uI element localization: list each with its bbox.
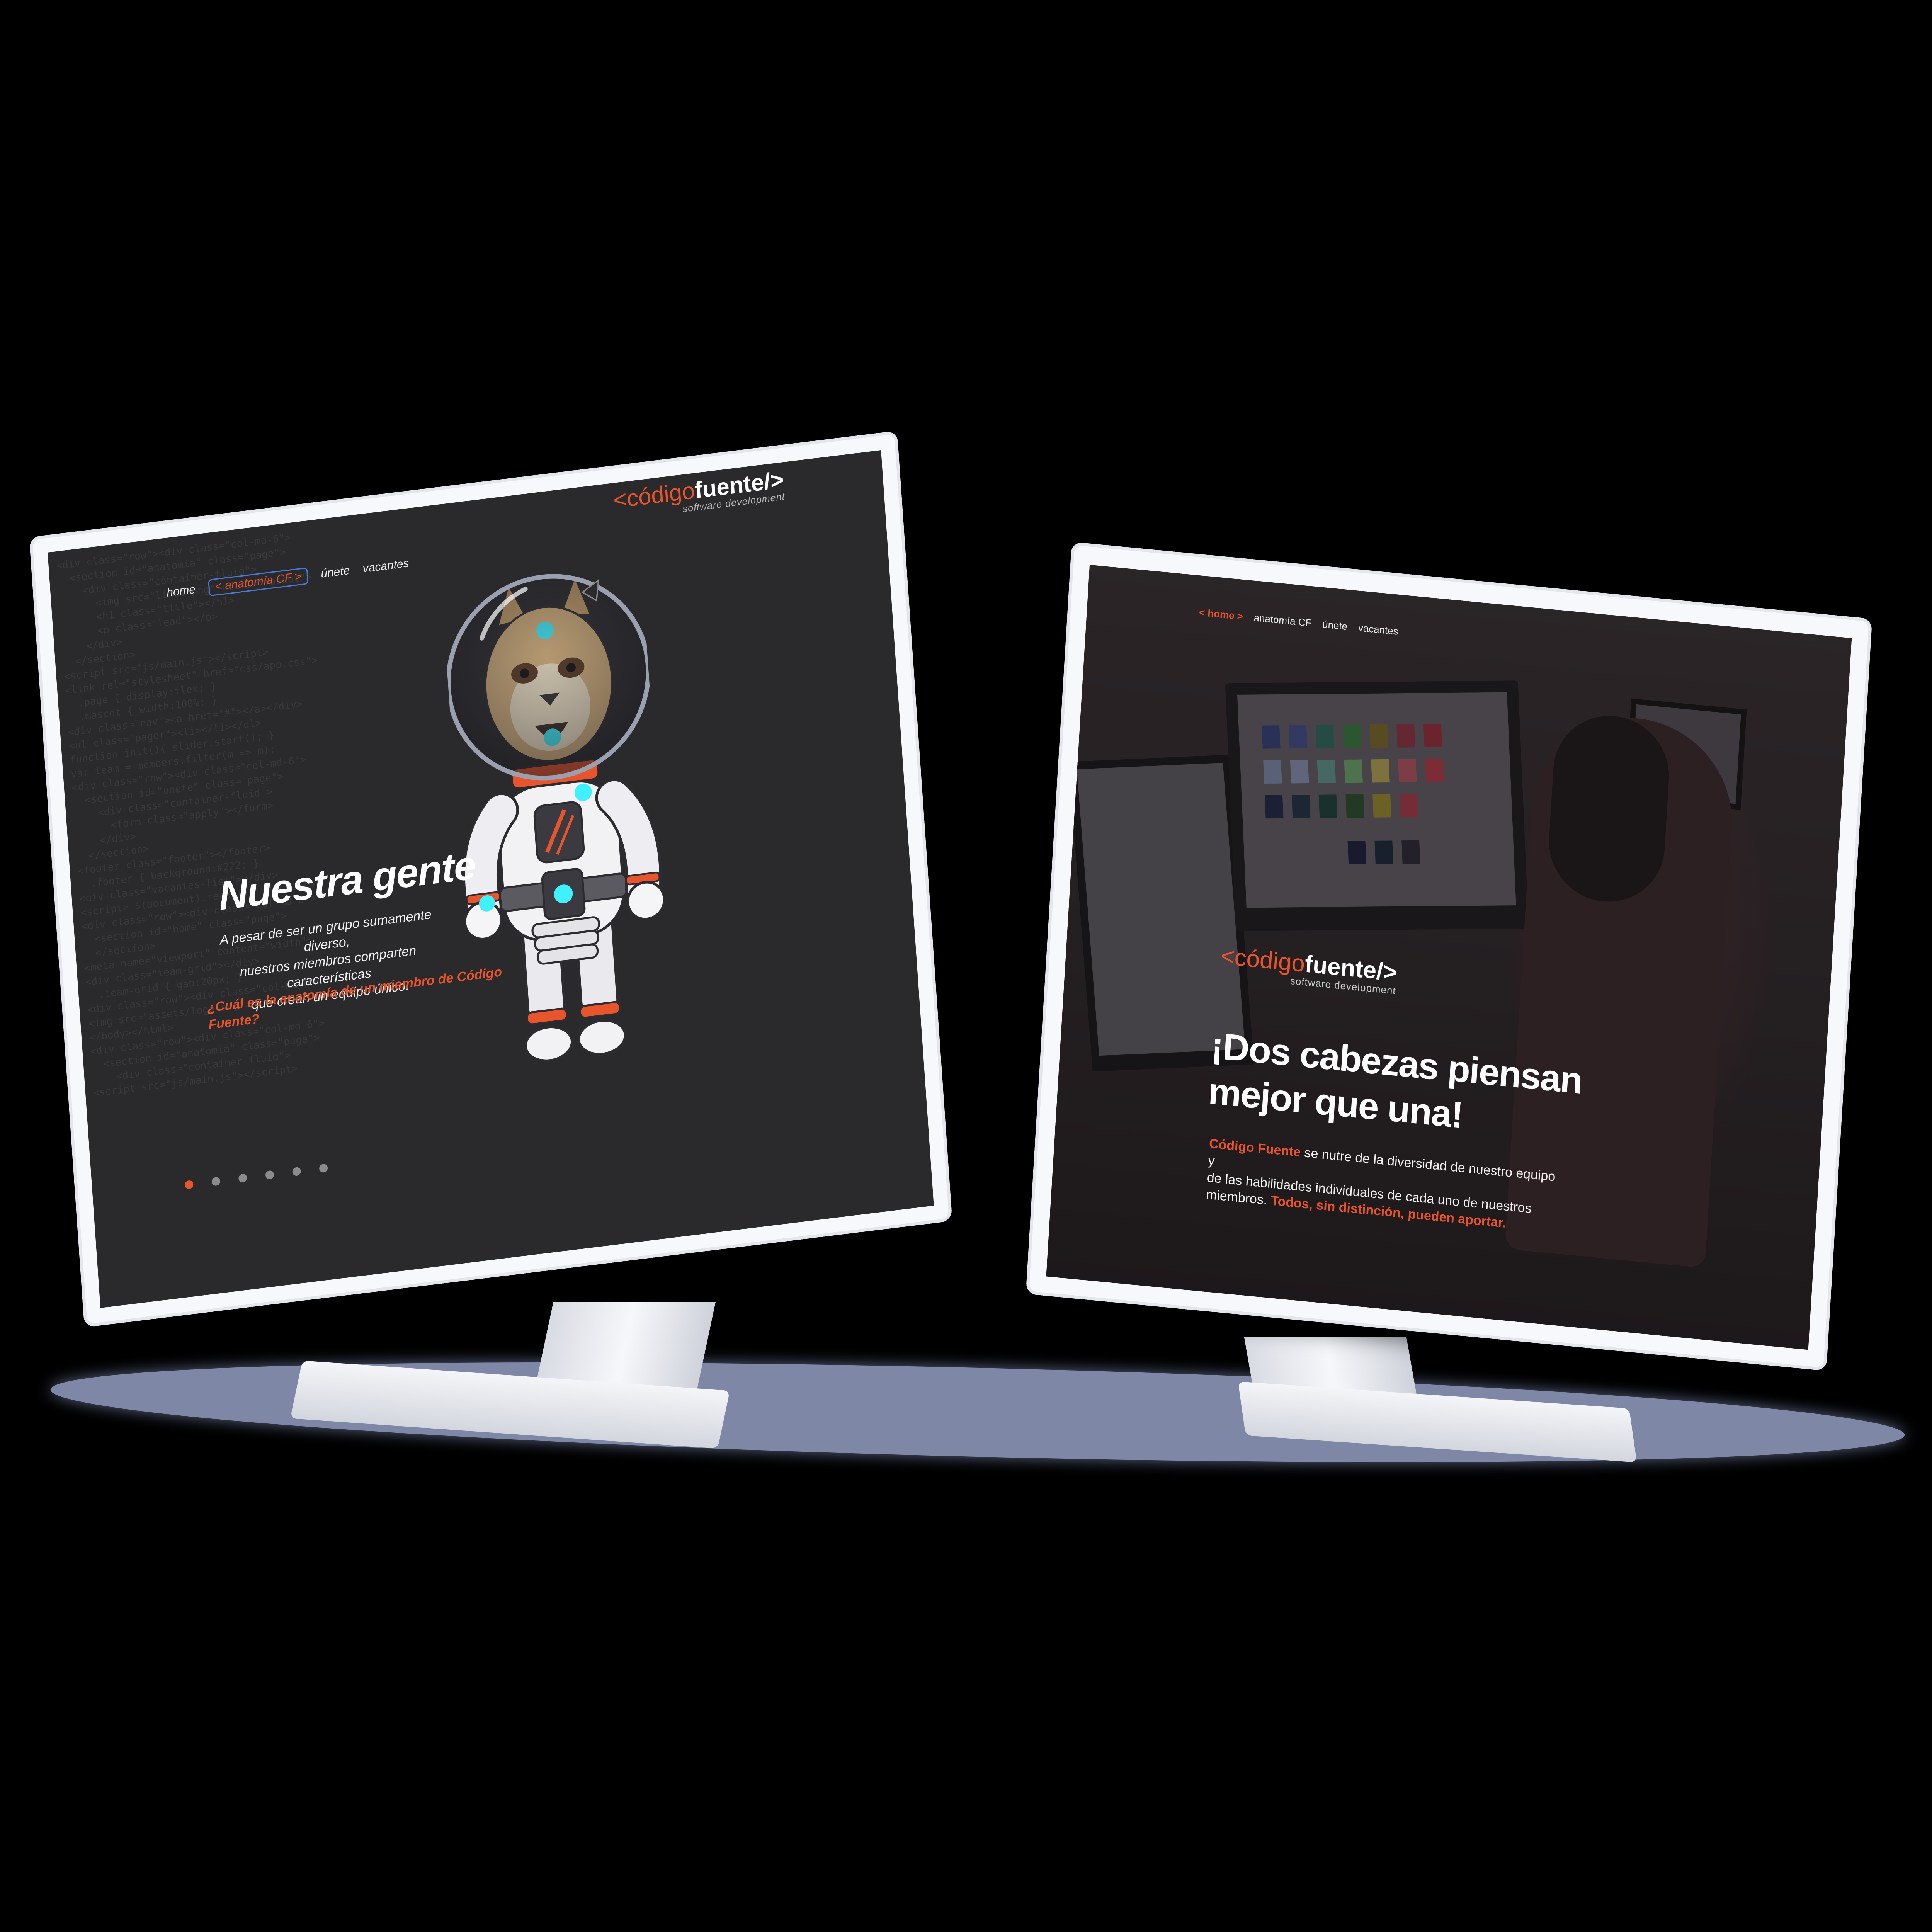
nav-unete[interactable]: únete — [320, 564, 350, 581]
pager-dot[interactable] — [265, 1170, 274, 1180]
left-monitor: <div class="row"><div class="col-md-6"> … — [29, 430, 952, 1328]
nav-vacantes[interactable]: vacantes — [362, 557, 410, 576]
codigo-fuente-logo[interactable]: <códigofuente/> software development — [612, 466, 785, 523]
lynx-astronaut-mascot — [446, 573, 666, 1062]
left-screen: <div class="row"><div class="col-md-6"> … — [48, 450, 934, 1308]
pager-dot[interactable] — [238, 1173, 248, 1183]
right-monitor: < home > anatomía CF únete vacantes <cód… — [1026, 542, 1872, 1371]
pager-dot-active[interactable] — [184, 1180, 194, 1190]
nav-home[interactable]: home — [166, 583, 196, 600]
right-screen: < home > anatomía CF únete vacantes <cód… — [1046, 565, 1852, 1350]
office-photo-background — [1046, 565, 1852, 1350]
photo-dark-overlay — [1046, 565, 1852, 1350]
nav-unete[interactable]: únete — [1322, 618, 1348, 633]
pager-dot[interactable] — [319, 1163, 328, 1173]
pager-dot[interactable] — [292, 1167, 301, 1177]
pager-dot[interactable] — [211, 1177, 221, 1186]
